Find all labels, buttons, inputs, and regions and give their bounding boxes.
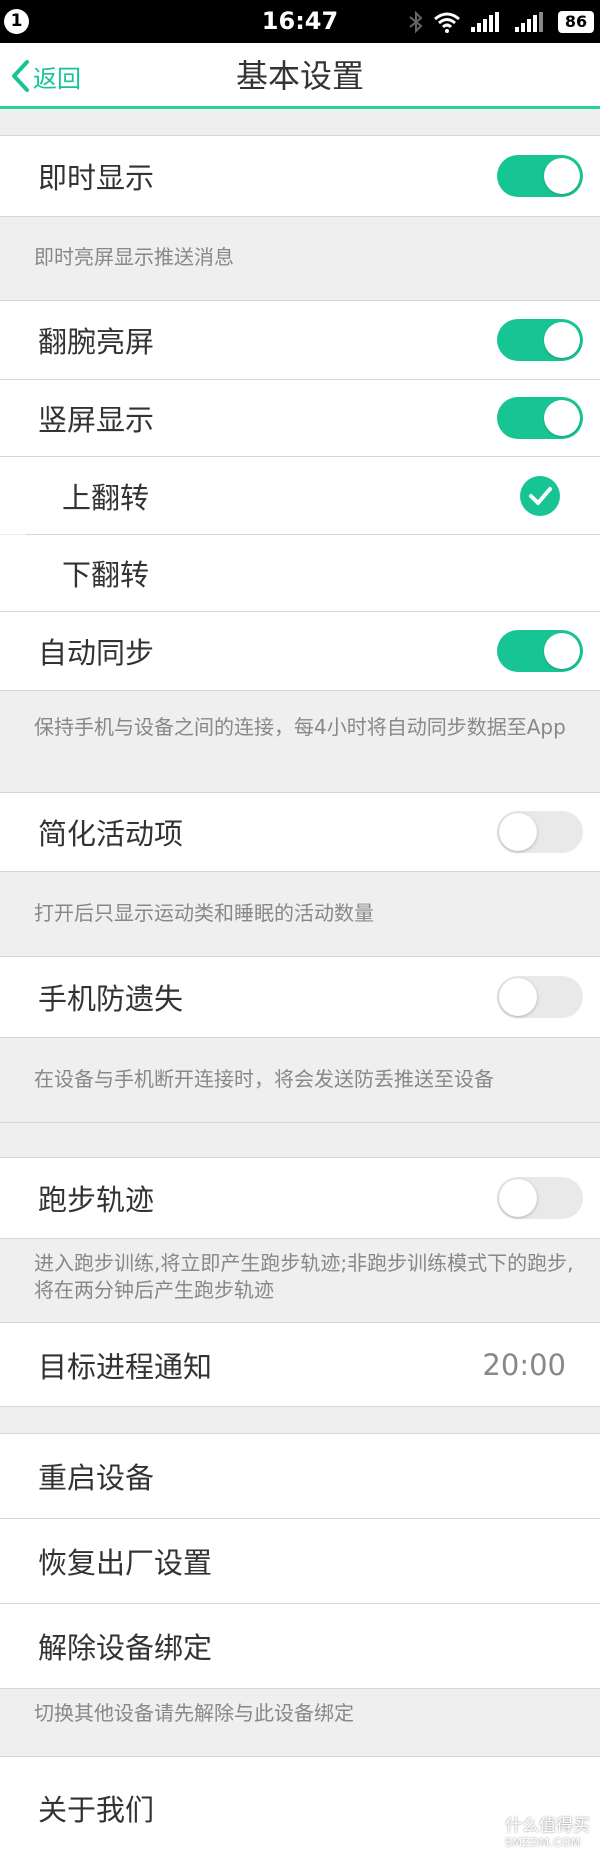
wifi-icon [434,11,460,33]
watermark: 什么值得买 SMZDM.COM [461,1813,590,1851]
toggle-knob [499,1179,537,1217]
setting-wrist-wake: 翻腕亮屏 [0,301,600,379]
page-title: 基本设置 [235,57,364,95]
setting-description: 保持手机与设备之间的连接，每4小时将自动同步数据至App [34,715,566,739]
setting-label: 即时显示 [38,161,155,195]
setting-portrait-display: 竖屏显示 [0,380,600,456]
option-flip-down[interactable]: 下翻转 [0,535,600,611]
option-label: 下翻转 [62,558,150,592]
bluetooth-icon [408,10,424,34]
setting-label: 简化活动项 [38,817,184,851]
simplify-activity-toggle[interactable] [497,811,583,853]
setting-goal-notification[interactable]: 目标进程通知 20:00 [0,1323,600,1406]
option-flip-up[interactable]: 上翻转 [0,457,600,534]
toggle-knob [544,633,580,669]
setting-label: 目标进程通知 [38,1349,213,1384]
nav-bar: 返回 基本设置 [0,43,600,109]
setting-description: 打开后只显示运动类和睡眠的活动数量 [34,901,374,925]
checkmark-icon [520,475,560,516]
signal-icon [470,11,504,33]
unbind-device-item[interactable]: 解除设备绑定 [0,1604,600,1688]
toggle-knob [544,158,580,194]
watermark-subtext: SMZDM.COM [505,1835,581,1849]
signal-2-icon [514,11,548,33]
running-track-toggle[interactable] [497,1177,583,1219]
setting-label: 手机防遗失 [38,982,184,1016]
setting-label: 翻腕亮屏 [38,325,155,359]
restart-device-item[interactable]: 重启设备 [0,1434,600,1518]
status-bar: 1 16:47 86 [0,0,600,43]
setting-label: 解除设备绑定 [38,1631,213,1665]
setting-description: 在设备与手机断开连接时，将会发送防丢推送至设备 [34,1067,494,1091]
setting-anti-lost: 手机防遗失 [0,957,600,1037]
setting-label: 自动同步 [38,636,155,670]
watermark-text: 什么值得买 [505,1815,590,1836]
setting-label: 关于我们 [38,1793,155,1827]
wrist-wake-toggle[interactable] [497,319,583,361]
portrait-display-toggle[interactable] [497,397,583,439]
setting-label: 跑步轨迹 [38,1183,155,1217]
setting-description: 进入跑步训练,将立即产生跑步轨迹;非跑步训练模式下的跑步,将在两分钟后产生跑步轨… [34,1251,574,1302]
instant-display-toggle[interactable] [497,155,583,197]
battery-indicator: 86 [558,10,594,33]
auto-sync-toggle[interactable] [497,630,583,672]
toggle-knob [544,400,580,436]
setting-value: 20:00 [482,1347,566,1382]
setting-description: 即时亮屏显示推送消息 [34,245,234,269]
toggle-knob [499,813,537,851]
setting-auto-sync: 自动同步 [0,612,600,690]
setting-simplify-activity: 简化活动项 [0,793,600,871]
toggle-knob [544,322,580,358]
watermark-logo-icon [462,1814,498,1850]
setting-label: 竖屏显示 [38,403,155,437]
setting-instant-display: 即时显示 [0,136,600,216]
setting-label: 恢复出厂设置 [38,1546,213,1580]
toggle-knob [499,978,537,1016]
setting-running-track: 跑步轨迹 [0,1158,600,1238]
setting-label: 重启设备 [38,1461,155,1495]
factory-reset-item[interactable]: 恢复出厂设置 [0,1519,600,1603]
setting-description: 切换其他设备请先解除与此设备绑定 [34,1701,354,1725]
option-label: 上翻转 [62,480,150,515]
anti-lost-toggle[interactable] [497,976,583,1018]
